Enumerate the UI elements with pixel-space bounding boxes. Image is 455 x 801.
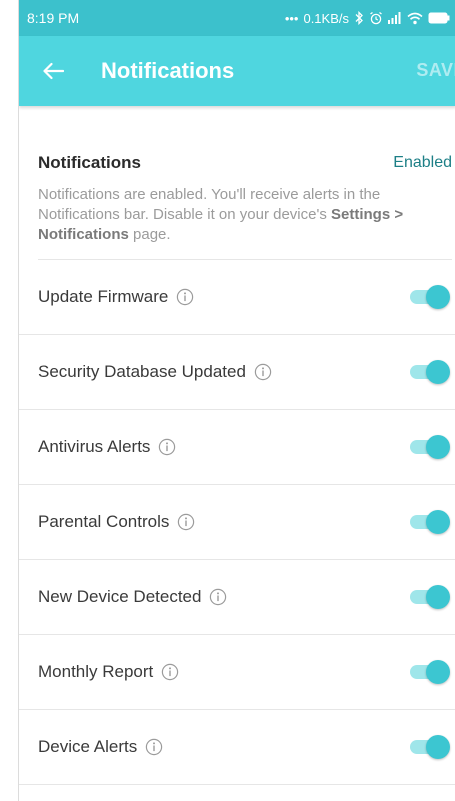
- info-icon[interactable]: [177, 513, 195, 531]
- back-button[interactable]: [31, 49, 75, 93]
- setting-label: Antivirus Alerts: [38, 437, 151, 456]
- setting-label: Update Firmware: [38, 287, 169, 306]
- toggle-switch[interactable]: [408, 285, 450, 309]
- setting-row-new-device-detected: New Device Detected: [19, 560, 455, 635]
- toggle-knob: [426, 510, 450, 534]
- description-suffix: page.: [133, 226, 171, 243]
- notifications-description: Notifications are enabled. You'll receiv…: [38, 185, 452, 260]
- setting-row-device-alerts: Device Alerts: [19, 710, 455, 785]
- setting-row-parental-controls: Parental Controls: [19, 485, 455, 560]
- setting-label-group: Device Alerts: [38, 737, 163, 757]
- setting-row-update-firmware: Update Firmware: [19, 260, 455, 335]
- setting-label: Device Alerts: [38, 737, 138, 756]
- setting-row-monthly-report: Monthly Report: [19, 635, 455, 710]
- network-speed: 0.1KB/s: [303, 10, 349, 26]
- setting-label-group: Parental Controls: [38, 512, 195, 532]
- toggle-knob: [426, 360, 450, 384]
- status-bar: 8:19 PM ••• 0.1KB/s: [19, 0, 455, 36]
- settings-content: Notifications Enabled Notifications are …: [19, 106, 455, 785]
- setting-label-group: New Device Detected: [38, 587, 227, 607]
- notifications-status: Enabled: [393, 154, 452, 171]
- setting-label: New Device Detected: [38, 587, 202, 606]
- toggle-switch[interactable]: [408, 585, 450, 609]
- setting-label: Parental Controls: [38, 512, 170, 531]
- status-icons: ••• 0.1KB/s: [285, 11, 450, 26]
- arrow-left-icon: [43, 62, 64, 80]
- page-title: Notifications: [101, 58, 235, 83]
- dots-icon: •••: [284, 10, 299, 26]
- setting-label: Security Database Updated: [38, 362, 246, 381]
- info-icon[interactable]: [209, 588, 227, 606]
- setting-label-group: Monthly Report: [38, 662, 179, 682]
- toggle-switch[interactable]: [408, 435, 450, 459]
- info-icon[interactable]: [158, 438, 176, 456]
- battery-icon: [428, 12, 450, 24]
- setting-label: Monthly Report: [38, 662, 154, 681]
- toggle-switch[interactable]: [408, 510, 450, 534]
- setting-label-group: Security Database Updated: [38, 362, 272, 382]
- alarm-icon: [369, 11, 383, 25]
- toggle-knob: [426, 585, 450, 609]
- app-bar: Notifications SAVE: [19, 36, 455, 106]
- toggle-knob: [426, 285, 450, 309]
- status-time: 8:19 PM: [27, 10, 80, 26]
- toggle-knob: [426, 435, 450, 459]
- info-icon[interactable]: [254, 363, 272, 381]
- save-button[interactable]: SAVE: [416, 60, 455, 81]
- bluetooth-icon: [354, 11, 364, 25]
- toggle-switch[interactable]: [408, 360, 450, 384]
- phone-screen: 8:19 PM ••• 0.1KB/s Notifications SAV No…: [18, 0, 455, 801]
- setting-label-group: Antivirus Alerts: [38, 437, 176, 457]
- description-text: Notifications are enabled. You'll receiv…: [38, 186, 381, 223]
- info-icon[interactable]: [176, 288, 194, 306]
- wifi-icon: [407, 12, 423, 25]
- toggle-switch[interactable]: [408, 660, 450, 684]
- signal-icon: [388, 12, 402, 24]
- notifications-title: Notifications: [38, 153, 141, 172]
- notifications-header: Notifications Enabled: [19, 153, 455, 173]
- notification-settings-list: Update Firmware Security Database Updated…: [19, 260, 455, 785]
- setting-row-antivirus-alerts: Antivirus Alerts: [19, 410, 455, 485]
- toggle-knob: [426, 735, 450, 759]
- setting-row-security-database-updated: Security Database Updated: [19, 335, 455, 410]
- info-icon[interactable]: [161, 663, 179, 681]
- toggle-knob: [426, 660, 450, 684]
- setting-label-group: Update Firmware: [38, 287, 194, 307]
- info-icon[interactable]: [145, 738, 163, 756]
- toggle-switch[interactable]: [408, 735, 450, 759]
